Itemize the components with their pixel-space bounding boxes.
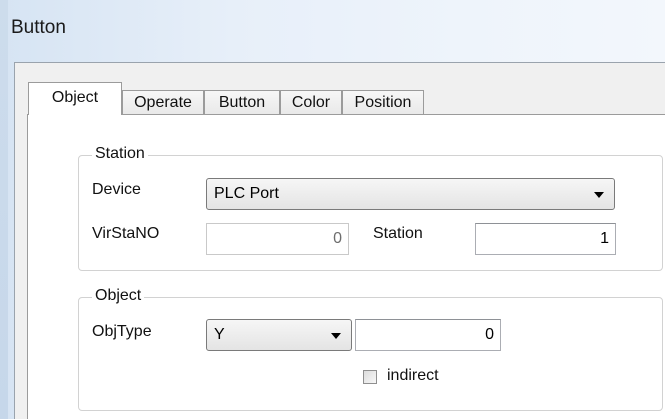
tab-object[interactable]: Object xyxy=(28,82,122,115)
chevron-down-icon xyxy=(594,192,604,198)
tab-operate[interactable]: Operate xyxy=(122,90,204,114)
object-address-field[interactable]: 0 xyxy=(355,319,501,351)
tab-color[interactable]: Color xyxy=(280,90,342,114)
station-label: Station xyxy=(373,225,423,242)
station-field[interactable]: 1 xyxy=(475,223,616,255)
tab-page-object: Station Device PLC Port VirStaNO 0 Stati… xyxy=(27,114,665,419)
station-group-title: Station xyxy=(92,145,148,163)
objtype-value: Y xyxy=(214,326,225,343)
dialog-window: Button Object Operate Button Color Posit… xyxy=(0,0,665,419)
objtype-combobox[interactable]: Y xyxy=(206,319,352,351)
tab-position[interactable]: Position xyxy=(342,90,424,114)
object-groupbox xyxy=(78,297,663,411)
indirect-label: indirect xyxy=(387,367,439,384)
window-title: Button xyxy=(11,17,66,38)
device-combobox[interactable]: PLC Port xyxy=(206,178,615,210)
virstano-label: VirStaNO xyxy=(92,225,160,242)
object-group-title: Object xyxy=(92,287,145,305)
objtype-label: ObjType xyxy=(92,323,152,340)
virstano-field[interactable]: 0 xyxy=(206,223,349,255)
device-value: PLC Port xyxy=(214,185,279,202)
indirect-checkbox[interactable] xyxy=(363,370,377,384)
tab-button[interactable]: Button xyxy=(204,90,280,114)
chevron-down-icon xyxy=(331,333,341,339)
device-label: Device xyxy=(92,181,141,198)
window-frame-edge xyxy=(0,0,8,419)
